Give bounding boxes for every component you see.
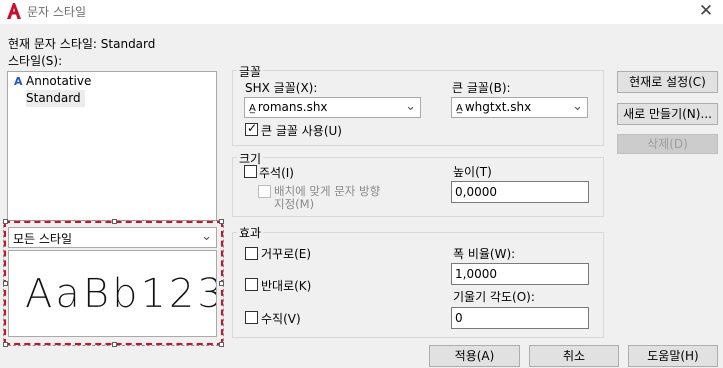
- current-style-caption: 현재 문자 스타일:: [8, 37, 97, 51]
- grip-handle[interactable]: [219, 219, 224, 224]
- annotative-icon: A: [14, 75, 23, 88]
- big-font-label: 큰 글꼴(B):: [452, 81, 511, 95]
- style-filter-dropdown[interactable]: 모든 스타일 ⌄: [8, 227, 217, 248]
- width-factor-input[interactable]: 1,0000: [451, 263, 589, 285]
- grip-handle[interactable]: [112, 219, 117, 224]
- window-title: 문자 스타일: [27, 5, 87, 19]
- vertical-label: 수직(V): [261, 312, 301, 326]
- style-item-annotative[interactable]: A Annotative: [14, 73, 91, 90]
- upside-down-checkbox[interactable]: [245, 247, 258, 260]
- style-filter-value: 모든 스타일: [13, 232, 73, 246]
- shx-font-label: SHX 글꼴(X):: [245, 81, 318, 95]
- match-orientation-label-2: 지정(M): [274, 197, 315, 211]
- shx-font-icon: A̲: [249, 103, 256, 114]
- backwards-label: 반대로(K): [261, 279, 312, 293]
- close-icon[interactable]: ✕: [694, 1, 718, 21]
- apply-button[interactable]: 적용(A): [429, 345, 520, 367]
- shx-font-icon: A̲: [456, 103, 463, 114]
- use-big-font-checkbox[interactable]: [245, 121, 258, 136]
- font-group-title: 글꼴: [237, 63, 264, 80]
- help-button[interactable]: 도움말(H): [628, 345, 718, 367]
- match-orientation-checkbox[interactable]: [258, 185, 271, 198]
- style-preview: AaBb123: [8, 250, 217, 337]
- cancel-button[interactable]: 취소: [529, 345, 619, 367]
- oblique-angle-input[interactable]: 0: [451, 307, 589, 329]
- big-font-value: whgtxt.shx: [464, 100, 532, 114]
- styles-label: 스타일(S):: [8, 54, 63, 68]
- chevron-down-icon: ⌄: [572, 99, 583, 114]
- delete-button[interactable]: 삭제(D): [617, 134, 718, 154]
- styles-listbox[interactable]: A Annotative Standard: [7, 71, 217, 221]
- big-font-dropdown[interactable]: A̲ whgtxt.shx ⌄: [451, 97, 588, 118]
- shx-font-dropdown[interactable]: A̲ romans.shx ⌄: [244, 97, 421, 118]
- preview-text: AaBb123: [25, 271, 217, 317]
- backwards-checkbox[interactable]: [245, 278, 258, 291]
- new-style-button[interactable]: 새로 만들기(N)...: [617, 103, 718, 125]
- style-item-label: Standard: [26, 91, 81, 105]
- use-big-font-label: 큰 글꼴 사용(U): [261, 124, 342, 138]
- annotative-label: 주석(I): [259, 166, 294, 180]
- height-input[interactable]: 0,0000: [451, 181, 589, 203]
- title-bar: [0, 0, 723, 24]
- grip-handle[interactable]: [3, 342, 8, 347]
- oblique-angle-value: 0: [455, 311, 463, 325]
- grip-handle[interactable]: [219, 342, 224, 347]
- set-current-button[interactable]: 현재로 설정(C): [617, 71, 718, 93]
- width-factor-label: 폭 비율(W):: [453, 247, 516, 261]
- shx-font-value: romans.shx: [257, 100, 328, 114]
- height-label: 높이(T): [453, 165, 492, 179]
- width-factor-value: 1,0000: [455, 267, 497, 281]
- chevron-down-icon: ⌄: [405, 99, 416, 114]
- grip-handle[interactable]: [112, 342, 117, 347]
- current-style-label: 현재 문자 스타일: Standard: [8, 35, 155, 52]
- style-item-standard[interactable]: Standard: [26, 90, 85, 107]
- autocad-app-icon: [7, 3, 21, 19]
- current-style-value: Standard: [100, 37, 156, 51]
- vertical-checkbox[interactable]: [245, 311, 258, 324]
- grip-handle[interactable]: [3, 219, 8, 224]
- grip-handle[interactable]: [219, 281, 224, 286]
- upside-down-label: 거꾸로(E): [261, 247, 312, 261]
- effects-group-title: 효과: [237, 224, 264, 241]
- style-item-label: Annotative: [26, 74, 92, 88]
- oblique-angle-label: 기울기 각도(O):: [453, 290, 535, 304]
- annotative-checkbox[interactable]: [244, 165, 257, 178]
- chevron-down-icon: ⌄: [201, 229, 212, 244]
- height-value: 0,0000: [455, 185, 497, 199]
